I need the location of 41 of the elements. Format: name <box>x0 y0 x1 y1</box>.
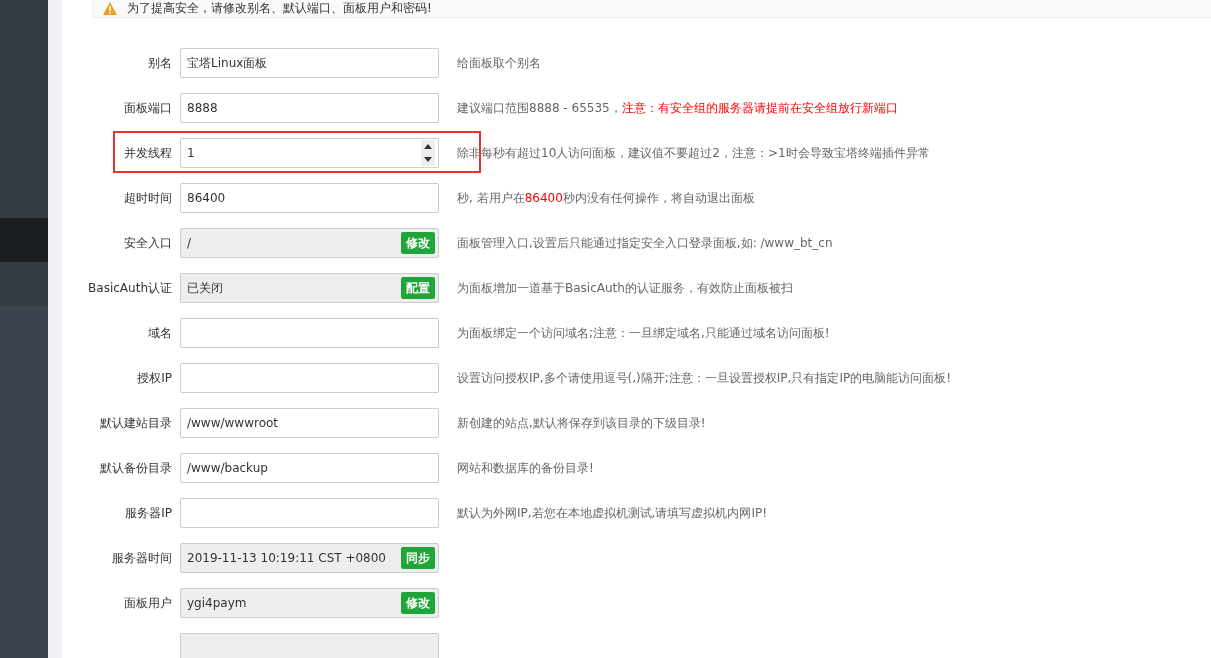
field-label: 默认备份目录 <box>100 459 172 477</box>
spinner-icon[interactable] <box>421 140 435 166</box>
input-field[interactable]: 已关闭 配置 <box>180 273 439 303</box>
input-field[interactable]: /www/backup <box>180 453 439 483</box>
sidebar-item[interactable] <box>0 218 48 262</box>
field-label: 默认建站目录 <box>100 414 172 432</box>
input-field[interactable]: 宝塔Linux面板 <box>180 48 439 78</box>
alert-text: 为了提高安全，请修改别名、默认端口、面板用户和密码! <box>127 0 432 17</box>
field-label: 面板端口 <box>124 99 172 117</box>
field-label: 域名 <box>148 324 172 342</box>
field-label: 超时时间 <box>124 189 172 207</box>
field-label: 安全入口 <box>124 234 172 252</box>
input-field[interactable] <box>180 318 439 348</box>
input-field[interactable] <box>180 498 439 528</box>
field-label: 别名 <box>148 54 172 72</box>
help-text: 秒, 若用户在86400秒内没有任何操作，将自动退出面板 <box>457 189 755 207</box>
input-field[interactable]: 2019-11-13 10:19:11 CST +0800 同步 <box>180 543 439 573</box>
input-field[interactable]: ygi4paym 修改 <box>180 588 439 618</box>
field-label: 服务器IP <box>125 504 172 522</box>
input-field[interactable] <box>180 363 439 393</box>
field-label: 并发线程 <box>124 144 172 162</box>
field-label: BasicAuth认证 <box>88 279 172 297</box>
input-field[interactable]: 1 <box>180 138 439 168</box>
help-text: 给面板取个别名 <box>457 54 541 72</box>
help-text: 面板管理入口,设置后只能通过指定安全入口登录面板,如: /www_bt_cn <box>457 234 833 252</box>
field-label: 服务器时间 <box>112 549 172 567</box>
help-text: 网站和数据库的备份目录! <box>457 459 594 477</box>
help-text: 建议端口范围8888 - 65535，注意：有安全组的服务器请提前在安全组放行新端口 <box>457 99 898 117</box>
input-field[interactable] <box>180 633 439 658</box>
input-field[interactable]: 8888 <box>180 93 439 123</box>
help-text: 为面板增加一道基于BasicAuth的认证服务，有效防止面板被扫 <box>457 279 793 297</box>
help-text: 为面板绑定一个访问域名;注意：一旦绑定域名,只能通过域名访问面板! <box>457 324 830 342</box>
sidebar-item[interactable] <box>0 262 48 306</box>
input-field[interactable]: / 修改 <box>180 228 439 258</box>
input-field[interactable]: 86400 <box>180 183 439 213</box>
help-text: 新创建的站点,默认将保存到该目录的下级目录! <box>457 414 706 432</box>
help-text: 默认为外网IP,若您在本地虚拟机测试,请填写虚拟机内网IP! <box>457 504 767 522</box>
field-label: 面板用户 <box>124 594 172 612</box>
input-field[interactable]: /www/wwwroot <box>180 408 439 438</box>
help-text: 设置访问授权IP,多个请使用逗号(,)隔开;注意：一旦设置授权IP,只有指定IP的电脑能访问面板! <box>457 369 951 387</box>
field-label: 授权IP <box>137 369 172 387</box>
